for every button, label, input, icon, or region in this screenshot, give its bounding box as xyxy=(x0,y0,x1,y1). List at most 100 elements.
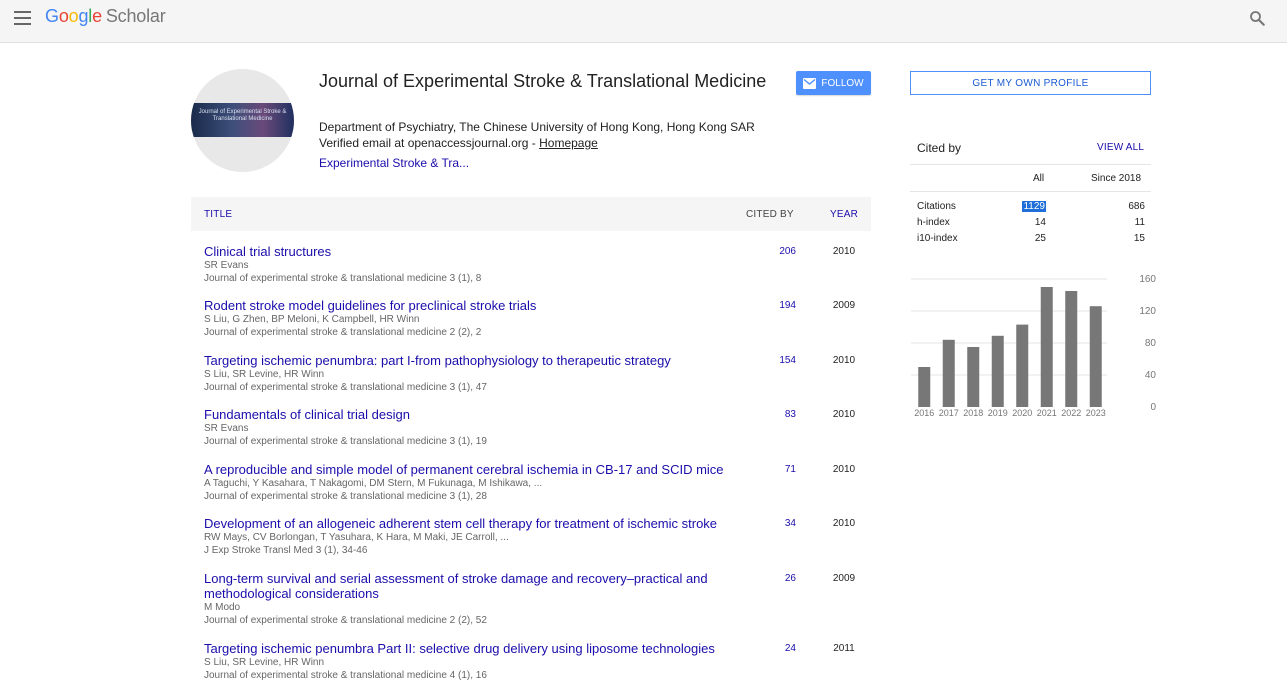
profile-name: Journal of Experimental Stroke & Transla… xyxy=(319,71,767,91)
table-row: Long-term survival and serial assessment… xyxy=(204,571,871,627)
table-header: TITLE CITED BY YEAR xyxy=(191,197,871,231)
chart-x-tick-label: 2016 xyxy=(914,408,934,418)
paper-venue: Journal of experimental stroke & transla… xyxy=(204,491,487,502)
stats-col-all: All xyxy=(1033,173,1045,184)
cited-by-count-link[interactable]: 194 xyxy=(766,300,796,311)
chart-bar-2018[interactable] xyxy=(967,347,980,407)
menu-icon[interactable] xyxy=(14,11,31,25)
paper-year: 2010 xyxy=(832,518,856,529)
chart-x-tick-label: 2023 xyxy=(1086,408,1106,418)
divider xyxy=(910,191,1151,192)
stat-h-index-all: 14 xyxy=(1034,217,1046,228)
chart-x-tick-label: 2017 xyxy=(939,408,959,418)
stat-h-index-since: 11 xyxy=(1134,217,1145,228)
chart-x-tick-label: 2018 xyxy=(963,408,983,418)
chart-x-tick-label: 2022 xyxy=(1061,408,1081,418)
avatar-banner: Journal of Experimental Stroke & Transla… xyxy=(191,103,294,137)
paper-authors: S Liu, SR Levine, HR Winn xyxy=(204,657,325,668)
table-row: Rodent stroke model guidelines for precl… xyxy=(204,298,871,339)
paper-title-link[interactable]: Rodent stroke model guidelines for precl… xyxy=(204,298,734,313)
cited-by-count-link[interactable]: 24 xyxy=(766,643,796,654)
table-row: A reproducible and simple model of perma… xyxy=(204,462,871,503)
stat-label-h-index: h-index xyxy=(917,217,950,228)
paper-title-link[interactable]: Fundamentals of clinical trial design xyxy=(204,407,734,422)
profile-affiliation: Department of Psychiatry, The Chinese Un… xyxy=(319,120,755,134)
paper-year: 2009 xyxy=(832,300,856,311)
paper-authors: M Modo xyxy=(204,602,241,613)
mail-icon xyxy=(803,77,817,89)
paper-authors: SR Evans xyxy=(204,423,249,434)
chart-y-tick-label: 160 xyxy=(1139,274,1156,285)
paper-title-link[interactable]: Development of an allogeneic adherent st… xyxy=(204,516,734,531)
chart-bar-2020[interactable] xyxy=(1016,324,1029,407)
logo-letter: g xyxy=(78,6,89,26)
cited-by-header: CITED BY xyxy=(746,209,794,220)
cited-by-count-link[interactable]: 154 xyxy=(766,355,796,366)
cited-by-count-link[interactable]: 83 xyxy=(766,409,796,420)
stat-i10-index-since: 15 xyxy=(1133,233,1145,244)
paper-title-link[interactable]: Clinical trial structures xyxy=(204,244,734,259)
paper-title-link[interactable]: Targeting ischemic penumbra: part I-from… xyxy=(204,353,734,368)
cited-by-count-link[interactable]: 206 xyxy=(766,246,796,257)
chart-bar-2022[interactable] xyxy=(1065,291,1078,407)
profile-avatar: Journal of Experimental Stroke & Transla… xyxy=(191,69,294,172)
logo-letter: e xyxy=(92,6,102,26)
paper-authors: RW Mays, CV Borlongan, T Yasuhara, K Har… xyxy=(204,532,509,543)
sort-by-year[interactable]: YEAR xyxy=(830,209,858,220)
paper-title-link[interactable]: A reproducible and simple model of perma… xyxy=(204,462,734,477)
chart-bar-2016[interactable] xyxy=(918,367,931,407)
chart-bar-2017[interactable] xyxy=(942,339,955,407)
homepage-link[interactable]: Homepage xyxy=(539,136,598,150)
stat-label-i10-index: i10-index xyxy=(917,233,958,244)
email-text: Verified email at openaccessjournal.org … xyxy=(319,136,540,150)
paper-venue: Journal of experimental stroke & transla… xyxy=(204,382,487,393)
paper-year: 2009 xyxy=(832,573,856,584)
citations-bar-chart: 0 40 80 120 160 2016 2017 2018 2019 2020 2021 2022 2… xyxy=(911,274,1157,418)
paper-venue: Journal of experimental stroke & transla… xyxy=(204,615,487,626)
table-row: Targeting ischemic penumbra: part I-from… xyxy=(204,353,871,394)
stat-citations-all: 1129 xyxy=(1006,201,1046,212)
search-icon[interactable] xyxy=(1248,9,1266,27)
paper-authors: SR Evans xyxy=(204,260,249,271)
stat-citations-all-value: 1129 xyxy=(1022,201,1046,212)
cited-by-count-link[interactable]: 71 xyxy=(766,464,796,475)
chart-x-tick-label: 2019 xyxy=(988,408,1008,418)
paper-venue: Journal of experimental stroke & transla… xyxy=(204,670,487,681)
logo-letter: G xyxy=(45,6,59,26)
paper-title-link[interactable]: Long-term survival and serial assessment… xyxy=(204,571,734,601)
logo-letter: o xyxy=(68,6,79,26)
avatar-text: Journal of Experimental Stroke & Transla… xyxy=(198,109,287,122)
table-row: Development of an allogeneic adherent st… xyxy=(204,516,871,557)
sort-by-title[interactable]: TITLE xyxy=(204,209,232,220)
paper-year: 2010 xyxy=(832,409,856,420)
chart-bar-2021[interactable] xyxy=(1040,287,1053,407)
get-my-own-profile-button[interactable]: GET MY OWN PROFILE xyxy=(910,71,1151,95)
stats-col-since: Since 2018 xyxy=(1091,173,1142,184)
view-all-link[interactable]: VIEW ALL xyxy=(1097,142,1144,153)
stat-citations-since: 686 xyxy=(1128,201,1145,212)
chart-y-tick-label: 80 xyxy=(1145,338,1157,349)
google-scholar-logo[interactable]: Google Scholar xyxy=(45,6,166,27)
paper-title-link[interactable]: Targeting ischemic penumbra Part II: sel… xyxy=(204,641,734,656)
chart-y-tick-label: 120 xyxy=(1139,306,1156,317)
stat-i10-index-all: 25 xyxy=(1034,233,1046,244)
divider xyxy=(910,164,1151,165)
chart-y-tick-label: 0 xyxy=(1150,402,1156,413)
paper-year: 2011 xyxy=(833,643,855,654)
chart-bar-2023[interactable] xyxy=(1089,306,1102,407)
paper-venue: J Exp Stroke Transl Med 3 (1), 34-46 xyxy=(204,545,368,556)
table-row: Clinical trial structures SR Evans Journ… xyxy=(204,244,871,285)
stat-label-citations: Citations xyxy=(917,201,956,212)
paper-venue: Journal of experimental stroke & transla… xyxy=(204,436,487,447)
interest-link[interactable]: Experimental Stroke & Tra... xyxy=(319,156,469,170)
follow-button[interactable]: FOLLOW xyxy=(796,71,871,95)
cited-by-count-link[interactable]: 34 xyxy=(766,518,796,529)
top-bar: Google Scholar xyxy=(0,0,1287,43)
cited-by-title: Cited by xyxy=(917,141,962,155)
paper-authors: S Liu, SR Levine, HR Winn xyxy=(204,369,325,380)
follow-label: FOLLOW xyxy=(821,77,864,89)
cited-by-count-link[interactable]: 26 xyxy=(766,573,796,584)
profile-email: Verified email at openaccessjournal.org … xyxy=(319,136,598,150)
paper-venue: Journal of experimental stroke & transla… xyxy=(204,273,482,284)
chart-bar-2019[interactable] xyxy=(991,335,1004,407)
